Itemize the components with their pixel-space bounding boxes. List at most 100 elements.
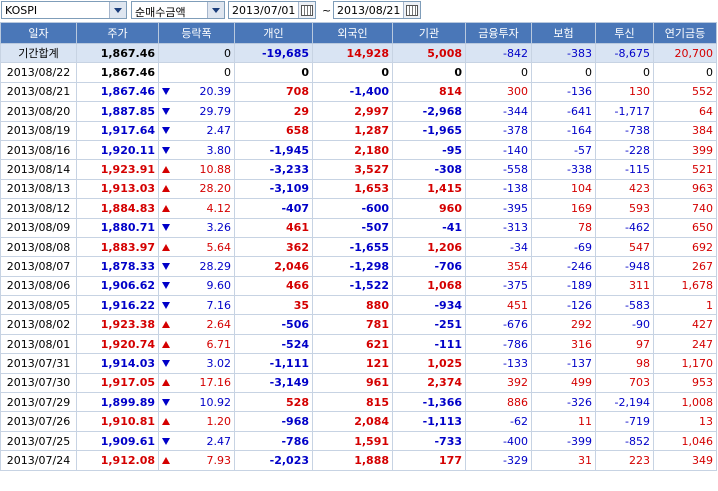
col-header-pension[interactable]: 연기금등 [653,22,717,44]
chevron-down-icon[interactable] [207,2,224,18]
row-finance: 451 [465,295,532,316]
table-row[interactable]: 2013/07/26 1,910.81 1.20 -968 2,084 -1,113 -62… [0,411,717,432]
row-date: 2013/08/14 [0,159,77,180]
row-date: 2013/07/25 [0,430,77,452]
row-price: 1,867.46 [76,81,159,103]
table-row[interactable]: 2013/08/13 1,913.03 28.20 -3,109 1,653 1,415-… [0,178,717,200]
row-institution: -95 [392,139,466,161]
row-individual: -968 [234,411,313,432]
row-price: 1,913.03 [76,178,159,200]
row-trust: 593 [595,198,654,219]
row-finance: -133 [465,353,532,374]
row-price: 1,883.97 [76,236,159,258]
row-change: 2.64 [172,314,235,335]
row-direction [158,392,173,413]
row-direction [158,81,173,103]
row-direction [158,353,173,374]
row-finance: 392 [465,372,532,394]
row-pension: 1,678 [653,275,717,297]
row-direction [158,430,173,452]
table-row[interactable]: 2013/08/06 1,906.62 9.60 466 -1,522 1,068 -375… [0,275,717,297]
row-price: 1,878.33 [76,256,159,277]
mode-select[interactable]: 순매수금액 [131,1,225,19]
table-row[interactable]: 2013/08/21 1,867.46 20.39 708 -1,400 814 300 -1… [0,81,717,103]
row-change: 3.26 [172,217,235,238]
row-individual: -3,149 [234,372,313,394]
summary-individual: -19,685 [234,42,313,64]
row-foreign: 1,591 [312,430,393,452]
table-row[interactable]: 2013/08/02 1,923.38 2.64 -506 781 -251 -676 292… [0,314,717,335]
row-insurance: 104 [531,178,596,200]
table-row[interactable]: 2013/07/25 1,909.61 2.47 -786 1,591 -733 -400-… [0,430,717,452]
col-header-insurance[interactable]: 보험 [531,22,596,44]
row-individual: -3,233 [234,159,313,180]
row-insurance: -164 [531,120,596,141]
col-header-institution[interactable]: 기관 [392,22,466,44]
calendar-icon[interactable] [403,2,420,18]
row-institution: 1,025 [392,353,466,374]
row-pension: 1,008 [653,392,717,413]
table-row[interactable]: 2013/08/01 1,920.74 6.71 -524 621 -111 -786 316… [0,333,717,355]
table-row[interactable]: 2013/08/20 1,887.85 29.79 29 2,997 -2,968 -344… [0,101,717,122]
table-row[interactable]: 2013/07/30 1,917.05 17.16 -3,149 961 2,374 392… [0,372,717,394]
date-to-field[interactable]: 2013/08/21 [333,1,421,19]
row-pension: 963 [653,178,717,200]
row-finance: -395 [465,198,532,219]
triangle-down-icon [161,107,170,115]
chevron-down-icon[interactable] [109,2,126,18]
table-row[interactable]: 2013/08/05 1,916.22 7.16 35 880 -934 451 -126 -5… [0,295,717,316]
triangle-up-icon [161,340,170,348]
col-header-date[interactable]: 일자 [0,22,77,44]
row-individual: 708 [234,81,313,103]
row-change: 4.12 [172,198,235,219]
table-row[interactable]: 2013/07/29 1,899.89 10.92 528 815 -1,366 886 -3… [0,392,717,413]
row-price: 1,899.89 [76,392,159,413]
row-trust: 98 [595,353,654,374]
col-header-foreign[interactable]: 외국인 [312,22,393,44]
row-date: 2013/08/06 [0,275,77,297]
table-row[interactable]: 2013/08/08 1,883.97 5.64 362 -1,655 1,206 -34-… [0,236,717,258]
col-header-price[interactable]: 주가 [76,22,159,44]
col-header-finance[interactable]: 금융투자 [465,22,532,44]
row-insurance: -57 [531,139,596,161]
table-row[interactable]: 2013/07/24 1,912.08 7.93 -2,023 1,888 177 -329… [0,450,717,471]
row-date: 2013/08/07 [0,256,77,277]
row-institution: 814 [392,81,466,103]
table-row[interactable]: 2013/08/09 1,880.71 3.26 461 -507 -41 -313 78 -4… [0,217,717,238]
row-finance: -140 [465,139,532,161]
row-trust: 223 [595,450,654,471]
table-row[interactable]: 2013/07/31 1,914.03 3.02 -1,111 121 1,025 -133… [0,353,717,374]
row-pension: 64 [653,101,717,122]
row-institution: 960 [392,198,466,219]
table-row[interactable]: 2013/08/07 1,878.33 28.29 2,046 -1,298 -706 35… [0,256,717,277]
col-header-individual[interactable]: 개인 [234,22,313,44]
row-insurance: -137 [531,353,596,374]
row-institution: -934 [392,295,466,316]
row-change: 2.47 [172,120,235,141]
row-direction [158,450,173,471]
row-finance: -378 [465,120,532,141]
date-from-field[interactable]: 2013/07/01 [228,1,316,19]
calendar-icon[interactable] [298,2,315,18]
row-trust: -2,194 [595,392,654,413]
row-foreign: 1,653 [312,178,393,200]
row-foreign: -1,298 [312,256,393,277]
row-direction [158,372,173,394]
table-row[interactable]: 2013/08/16 1,920.11 3.80 -1,945 2,180 -95 -140… [0,139,717,161]
col-header-trust[interactable]: 투신 [595,22,654,44]
row-individual: -786 [234,430,313,452]
summary-row[interactable]: 기간합계 1,867.46 0 -19,685 14,928 5,008 -84… [0,42,717,64]
row-trust: -115 [595,159,654,180]
table-row[interactable]: 2013/08/19 1,917.64 2.47 658 1,287 -1,965 -378… [0,120,717,141]
market-select[interactable]: KOSPI [1,1,127,19]
row-trust: -852 [595,430,654,452]
table-row[interactable]: 2013/08/12 1,884.83 4.12 -407 -600 960 -395 169… [0,198,717,219]
row-pension: 247 [653,333,717,355]
row-finance: -313 [465,217,532,238]
table-row[interactable]: 2013/08/22 1,867.46 0 0 0 0 0 0 0 0 [0,62,717,83]
row-pension: 267 [653,256,717,277]
table-row[interactable]: 2013/08/14 1,923.91 10.88 -3,233 3,527 -308 -5… [0,159,717,180]
col-header-change[interactable]: 등락폭 [158,22,235,44]
row-institution: -1,965 [392,120,466,141]
triangle-up-icon [161,243,170,251]
